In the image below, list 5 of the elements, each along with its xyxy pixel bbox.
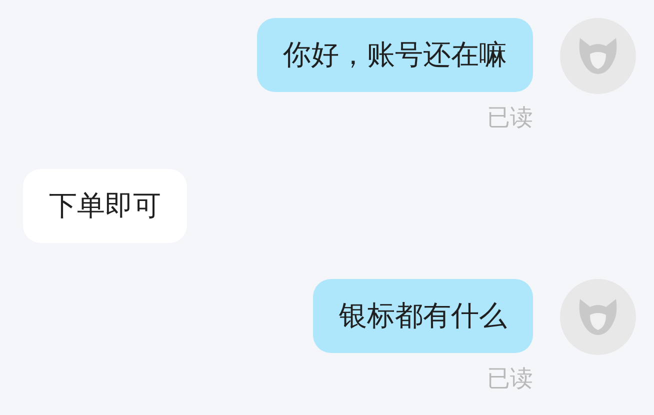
read-status: 已读 bbox=[487, 365, 533, 394]
message-bubble: 银标都有什么 bbox=[313, 279, 533, 353]
message-bubble: 下单即可 bbox=[23, 169, 187, 243]
read-status: 已读 bbox=[487, 104, 533, 133]
message-bubble: 你好，账号还在嘛 bbox=[257, 18, 533, 92]
